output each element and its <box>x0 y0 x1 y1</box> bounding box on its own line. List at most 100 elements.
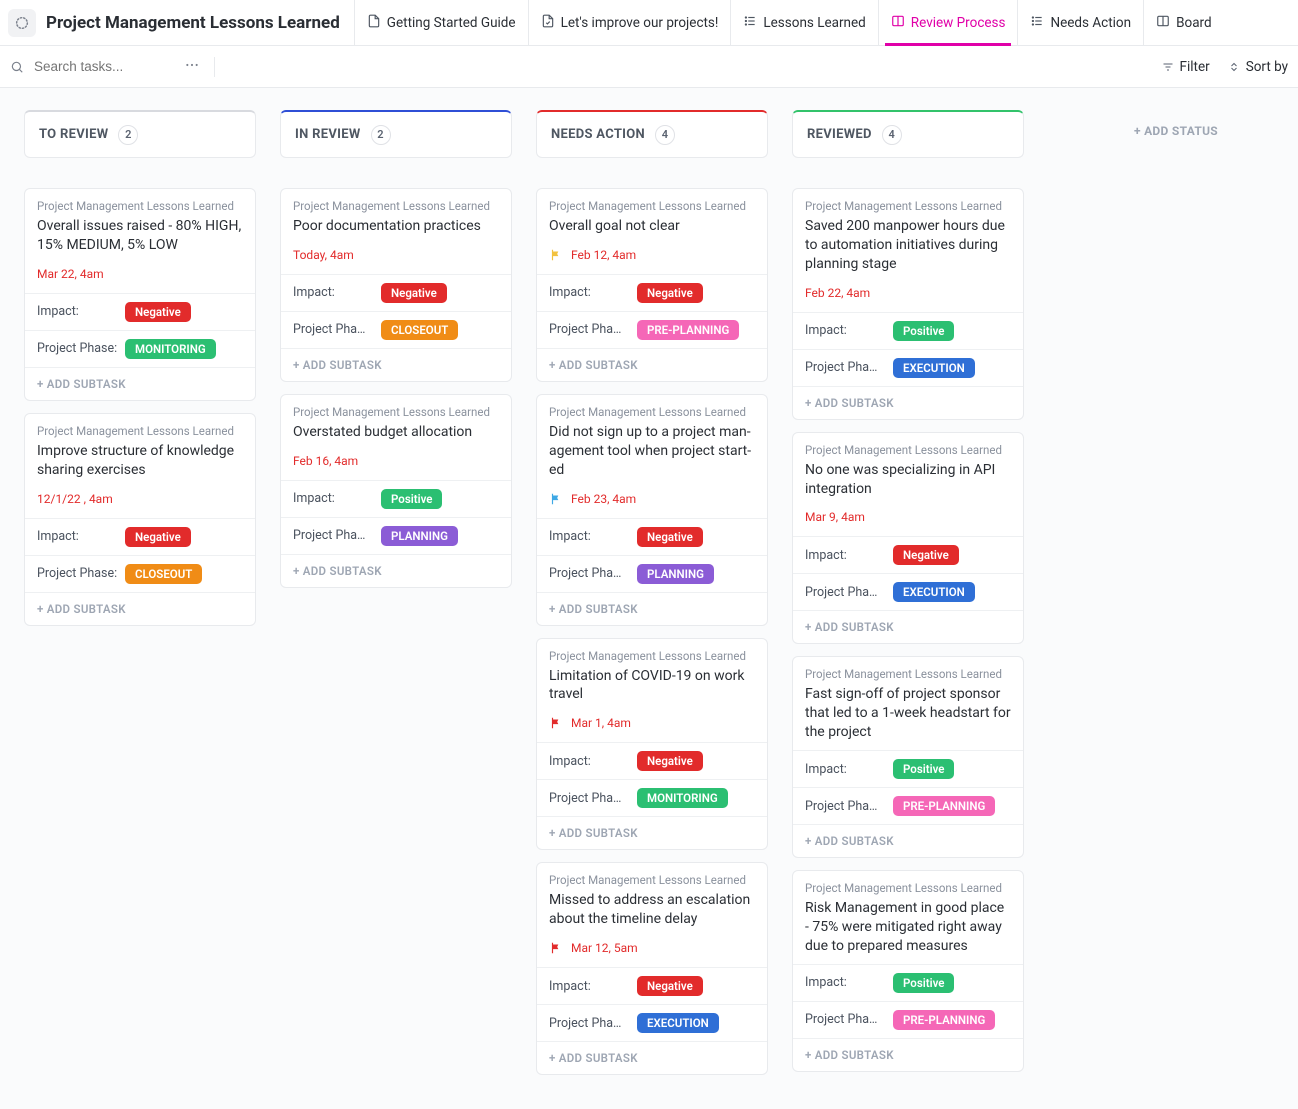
task-title: No one was specializing in API integrati… <box>793 459 1023 507</box>
add-subtask-button[interactable]: + ADD SUBTASK <box>793 610 1023 643</box>
task-card[interactable]: Project Management Lessons Learned Overs… <box>280 394 512 588</box>
add-subtask-button[interactable]: + ADD SUBTASK <box>537 1041 767 1074</box>
impact-label: Impact: <box>805 762 893 777</box>
add-subtask-button[interactable]: + ADD SUBTASK <box>537 592 767 625</box>
impact-badge[interactable]: Positive <box>381 489 442 509</box>
search-box[interactable] <box>10 58 172 75</box>
task-card[interactable]: Project Management Lessons Learned No on… <box>792 432 1024 645</box>
impact-badge[interactable]: Positive <box>893 973 954 993</box>
add-subtask-button[interactable]: + ADD SUBTASK <box>793 386 1023 419</box>
tab-lessons-learned[interactable]: Lessons Learned <box>730 0 877 45</box>
phase-row: Project Phase: CLOSEOUT <box>25 555 255 592</box>
task-card[interactable]: Project Management Lessons Learned Risk … <box>792 870 1024 1072</box>
impact-row: Impact: Negative <box>537 274 767 311</box>
task-folder: Project Management Lessons Learned <box>793 443 1023 459</box>
task-card[interactable]: Project Management Lessons Learned Poor … <box>280 188 512 382</box>
ellipsis-icon <box>184 57 200 73</box>
task-folder: Project Management Lessons Learned <box>793 667 1023 683</box>
add-subtask-button[interactable]: + ADD SUBTASK <box>25 592 255 625</box>
phase-label: Project Pha… <box>805 799 893 814</box>
phase-label: Project Pha… <box>805 1012 893 1027</box>
search-input[interactable] <box>32 58 172 75</box>
more-options-button[interactable] <box>184 57 200 77</box>
tab-board[interactable]: Board <box>1143 0 1224 45</box>
phase-badge[interactable]: PRE-PLANNING <box>893 796 995 816</box>
phase-badge[interactable]: CLOSEOUT <box>381 320 458 340</box>
task-folder: Project Management Lessons Learned <box>537 405 767 421</box>
phase-row: Project Pha… PRE-PLANNING <box>793 1001 1023 1038</box>
column-header[interactable]: TO REVIEW2 <box>24 110 256 158</box>
doc-check-icon <box>541 14 561 32</box>
impact-badge[interactable]: Negative <box>637 751 703 771</box>
flag-icon <box>549 941 563 955</box>
task-date: Feb 23, 4am <box>571 492 636 506</box>
project-logo[interactable] <box>8 9 36 37</box>
add-subtask-button[interactable]: + ADD SUBTASK <box>281 348 511 381</box>
task-card[interactable]: Project Management Lessons Learned Saved… <box>792 188 1024 420</box>
add-status-button[interactable]: + ADD STATUS <box>1048 110 1218 1087</box>
column-header[interactable]: REVIEWED4 <box>792 110 1024 158</box>
impact-badge[interactable]: Negative <box>125 527 191 547</box>
column-header[interactable]: IN REVIEW2 <box>280 110 512 158</box>
tab-label: Let's improve our projects! <box>561 15 719 31</box>
phase-badge[interactable]: EXECUTION <box>893 358 975 378</box>
task-date: Feb 12, 4am <box>571 248 636 262</box>
phase-badge[interactable]: PRE-PLANNING <box>637 320 739 340</box>
phase-label: Project Pha… <box>293 528 381 543</box>
sort-icon <box>1228 61 1240 73</box>
sort-button[interactable]: Sort by <box>1228 59 1288 75</box>
phase-badge[interactable]: EXECUTION <box>893 582 975 602</box>
tab-needs-action[interactable]: Needs Action <box>1017 0 1143 45</box>
impact-label: Impact: <box>805 323 893 338</box>
tab-review-process[interactable]: Review Process <box>878 0 1018 45</box>
task-card[interactable]: Project Management Lessons Learned Fast … <box>792 656 1024 858</box>
phase-badge[interactable]: MONITORING <box>637 788 728 808</box>
task-title: Saved 200 manpower hours due to automati… <box>793 215 1023 282</box>
task-folder: Project Management Lessons Learned <box>793 199 1023 215</box>
phase-badge[interactable]: MONITORING <box>125 339 216 359</box>
add-subtask-button[interactable]: + ADD SUBTASK <box>281 554 511 587</box>
impact-badge[interactable]: Positive <box>893 759 954 779</box>
filter-button[interactable]: Filter <box>1162 59 1210 75</box>
doc-icon <box>367 14 387 32</box>
column-header[interactable]: NEEDS ACTION4 <box>536 110 768 158</box>
add-subtask-button[interactable]: + ADD SUBTASK <box>793 824 1023 857</box>
phase-badge[interactable]: PLANNING <box>637 564 714 584</box>
task-date: Mar 22, 4am <box>37 267 104 281</box>
task-card[interactable]: Project Management Lessons Learned Overa… <box>536 188 768 382</box>
add-subtask-button[interactable]: + ADD SUBTASK <box>793 1038 1023 1071</box>
phase-row: Project Pha… EXECUTION <box>793 349 1023 386</box>
add-subtask-button[interactable]: + ADD SUBTASK <box>537 816 767 849</box>
search-icon <box>10 60 24 74</box>
flag-icon <box>549 716 563 730</box>
impact-badge[interactable]: Negative <box>637 527 703 547</box>
impact-row: Impact: Positive <box>793 312 1023 349</box>
phase-badge[interactable]: EXECUTION <box>637 1013 719 1033</box>
add-subtask-button[interactable]: + ADD SUBTASK <box>25 367 255 400</box>
list-icon <box>743 14 763 32</box>
phase-badge[interactable]: PRE-PLANNING <box>893 1010 995 1030</box>
phase-badge[interactable]: CLOSEOUT <box>125 564 202 584</box>
task-card[interactable]: Project Management Lessons Learned Impro… <box>24 413 256 626</box>
task-title: Overstated budget allocation <box>281 421 511 450</box>
column-title: REVIEWED <box>807 127 872 142</box>
impact-badge[interactable]: Negative <box>381 283 447 303</box>
impact-badge[interactable]: Negative <box>637 283 703 303</box>
add-subtask-button[interactable]: + ADD SUBTASK <box>537 348 767 381</box>
impact-row: Impact: Negative <box>537 518 767 555</box>
impact-badge[interactable]: Negative <box>637 976 703 996</box>
impact-badge[interactable]: Positive <box>893 321 954 341</box>
task-title: Did not sign up to a project man­agement… <box>537 421 767 488</box>
tab-getting-started-guide[interactable]: Getting Started Guide <box>354 0 528 45</box>
task-card[interactable]: Project Management Lessons Learned Limit… <box>536 638 768 851</box>
task-card[interactable]: Project Management Lessons Learned Overa… <box>24 188 256 401</box>
impact-badge[interactable]: Negative <box>893 545 959 565</box>
column-title: IN REVIEW <box>295 127 361 142</box>
column-count: 2 <box>118 125 138 145</box>
impact-label: Impact: <box>549 529 637 544</box>
phase-badge[interactable]: PLANNING <box>381 526 458 546</box>
task-card[interactable]: Project Management Lessons Learned Did n… <box>536 394 768 626</box>
impact-badge[interactable]: Negative <box>125 302 191 322</box>
task-card[interactable]: Project Management Lessons Learned Misse… <box>536 862 768 1075</box>
tab-let-s-improve-our-projects-[interactable]: Let's improve our projects! <box>528 0 731 45</box>
